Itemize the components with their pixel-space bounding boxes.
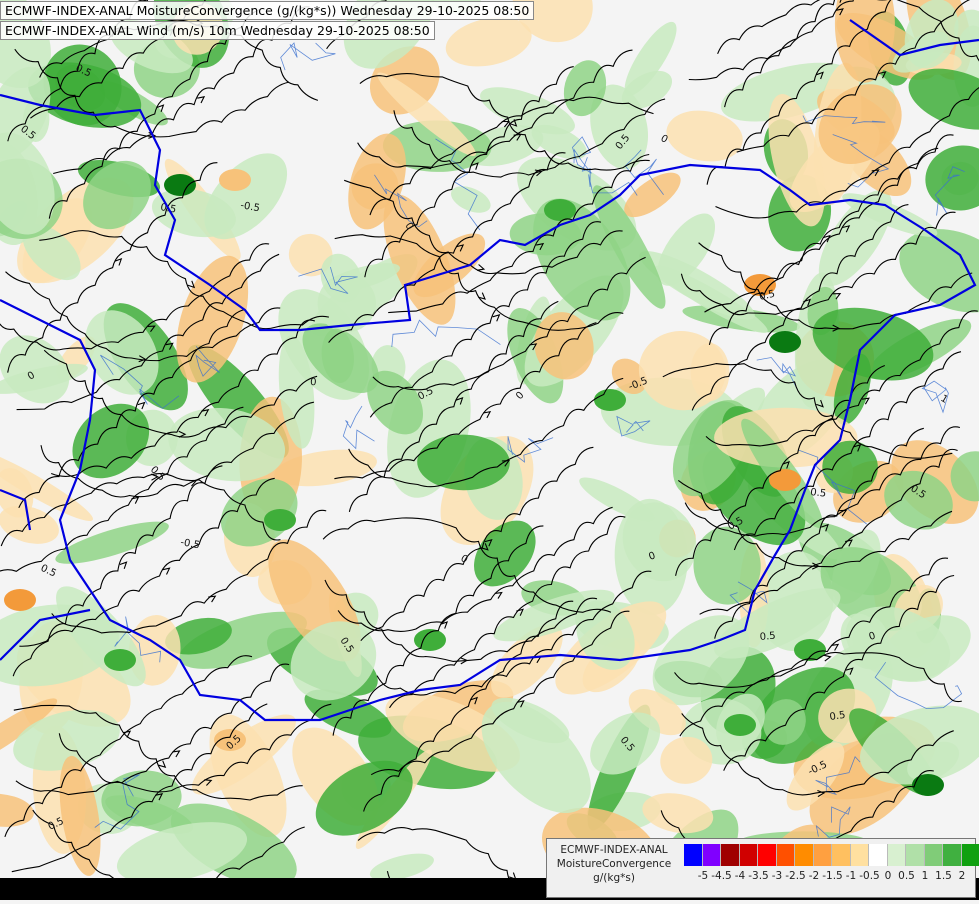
legend-tick: 2 [959,870,966,882]
legend-tick: -0.5 [859,870,880,882]
legend-swatch [721,844,740,866]
legend-swatch [851,844,870,866]
fill-peak [264,509,296,531]
fill-peak [4,589,36,611]
legend-tick: -1 [846,870,856,882]
map-title-moisture: ECMWF-INDEX-ANAL MoistureConvergence (g/… [0,1,534,20]
legend-title-variable: MoistureConvergence [547,857,681,871]
legend-swatch [869,844,888,866]
legend-swatch [943,844,962,866]
contour-label: 0 [310,377,317,388]
legend-swatch [740,844,759,866]
fill-peak [912,774,944,796]
legend-swatch [962,844,979,866]
legend-tick: -4 [735,870,745,882]
legend-swatch [758,844,777,866]
contour-label: 0.5 [829,710,846,723]
fill-peak [794,639,826,661]
legend-tick: -2.5 [785,870,806,882]
fill-peak [544,199,576,221]
legend-tick: -2 [809,870,819,882]
legend-title-model: ECMWF-INDEX-ANAL [547,843,681,857]
contour-label: 0.5 [810,487,827,500]
fill-peak [769,331,801,353]
legend-tick: -4.5 [711,870,732,882]
fill-peak [164,174,196,196]
legend-tick: 1 [922,870,929,882]
legend-swatch [777,844,796,866]
legend-swatch [684,844,703,866]
legend-swatches [684,844,979,866]
legend-swatch [925,844,944,866]
map-title-wind: ECMWF-INDEX-ANAL Wind (m/s) 10m Wednesda… [0,21,435,40]
map-canvas: 0.5-0.50.50.50.5-0.50.50.5-0.50.50.50.5-… [0,0,979,900]
legend-tick: -1.5 [822,870,843,882]
color-legend: ECMWF-INDEX-ANAL MoistureConvergence g/(… [546,838,976,898]
contour-label: 0.5 [759,631,776,643]
legend-tick: -3 [772,870,782,882]
weather-map[interactable]: 0.5-0.50.50.50.5-0.50.50.5-0.50.50.50.5-… [0,0,979,900]
fill-peak [104,649,136,671]
legend-tick: 1.5 [935,870,952,882]
legend-title: ECMWF-INDEX-ANAL MoistureConvergence g/(… [547,843,681,885]
legend-tick: 0.5 [898,870,915,882]
fill-peak [724,714,756,736]
legend-tick: -5 [698,870,708,882]
legend-swatch [795,844,814,866]
legend-tick: 0 [885,870,892,882]
legend-swatch [703,844,722,866]
legend-tick: -3.5 [748,870,769,882]
legend-swatch [832,844,851,866]
legend-title-unit: g/(kg*s) [547,871,681,885]
fill-peak [594,389,626,411]
legend-swatch [814,844,833,866]
legend-swatch [888,844,907,866]
fill-peak [219,169,251,191]
legend-swatch [906,844,925,866]
